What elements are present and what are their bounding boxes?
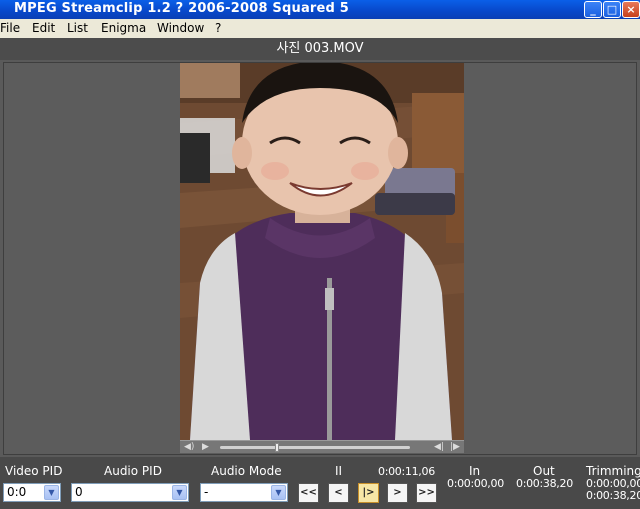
trimming-label: Trimming xyxy=(586,464,640,478)
fast-forward-button[interactable]: >> xyxy=(416,483,437,503)
menu-list[interactable]: List xyxy=(67,21,88,35)
rewind-button[interactable]: << xyxy=(298,483,319,503)
window-title: MPEG Streamclip 1.2 ? 2006-2008 Squared … xyxy=(14,1,350,16)
play-icon[interactable]: ▶ xyxy=(202,442,209,453)
trimming-end: 0:00:38,20 xyxy=(586,489,640,502)
audio-pid-label: Audio PID xyxy=(104,464,162,478)
video-frame[interactable] xyxy=(180,63,464,440)
step-forward-icon[interactable]: |▶ xyxy=(450,442,460,453)
chevron-down-icon[interactable]: ▼ xyxy=(44,485,59,500)
menu-enigma[interactable]: Enigma xyxy=(101,21,146,35)
chevron-down-icon[interactable]: ▼ xyxy=(271,485,286,500)
chevron-down-icon[interactable]: ▼ xyxy=(172,485,187,500)
audio-mode-label: Audio Mode xyxy=(211,464,282,478)
scrub-bar[interactable]: ◀) ▶ ◀| |▶ xyxy=(180,440,464,453)
pause-indicator: II xyxy=(335,464,343,478)
audio-pid-value: 0 xyxy=(75,485,83,499)
minimize-button[interactable]: _ xyxy=(584,1,602,18)
out-label: Out xyxy=(533,464,555,478)
menu-window[interactable]: Window xyxy=(157,21,204,35)
control-panel: Video PID 0:0 ▼ Audio PID 0 ▼ Audio Mode… xyxy=(0,457,640,509)
step-back-icon[interactable]: ◀| xyxy=(434,442,444,453)
step-back-button[interactable]: < xyxy=(328,483,349,503)
out-time: 0:00:38,20 xyxy=(516,477,573,490)
window-titlebar: MPEG Streamclip 1.2 ? 2006-2008 Squared … xyxy=(0,0,640,19)
video-pid-select[interactable]: 0:0 ▼ xyxy=(3,483,61,502)
in-label: In xyxy=(469,464,481,478)
video-pid-value: 0:0 xyxy=(7,485,27,499)
maximize-button[interactable]: □ xyxy=(603,1,621,18)
scrub-thumb[interactable] xyxy=(275,443,279,452)
volume-icon[interactable]: ◀) xyxy=(184,442,194,453)
menu-bar: File Edit List Enigma Window ? xyxy=(0,19,640,38)
video-image xyxy=(180,63,464,440)
in-time: 0:00:00,00 xyxy=(447,477,504,490)
close-button[interactable]: × xyxy=(622,1,640,18)
audio-mode-select[interactable]: - ▼ xyxy=(200,483,288,502)
scrub-track[interactable] xyxy=(220,446,410,449)
file-title: 사진 003.MOV xyxy=(0,38,640,60)
menu-edit[interactable]: Edit xyxy=(32,21,55,35)
video-pid-label: Video PID xyxy=(5,464,63,478)
audio-mode-value: - xyxy=(204,485,209,499)
play-button[interactable]: |> xyxy=(358,483,379,503)
menu-help[interactable]: ? xyxy=(215,21,221,35)
audio-pid-select[interactable]: 0 ▼ xyxy=(71,483,189,502)
menu-file[interactable]: File xyxy=(0,21,20,35)
step-forward-button[interactable]: > xyxy=(387,483,408,503)
current-time: 0:00:11,06 xyxy=(378,465,435,478)
